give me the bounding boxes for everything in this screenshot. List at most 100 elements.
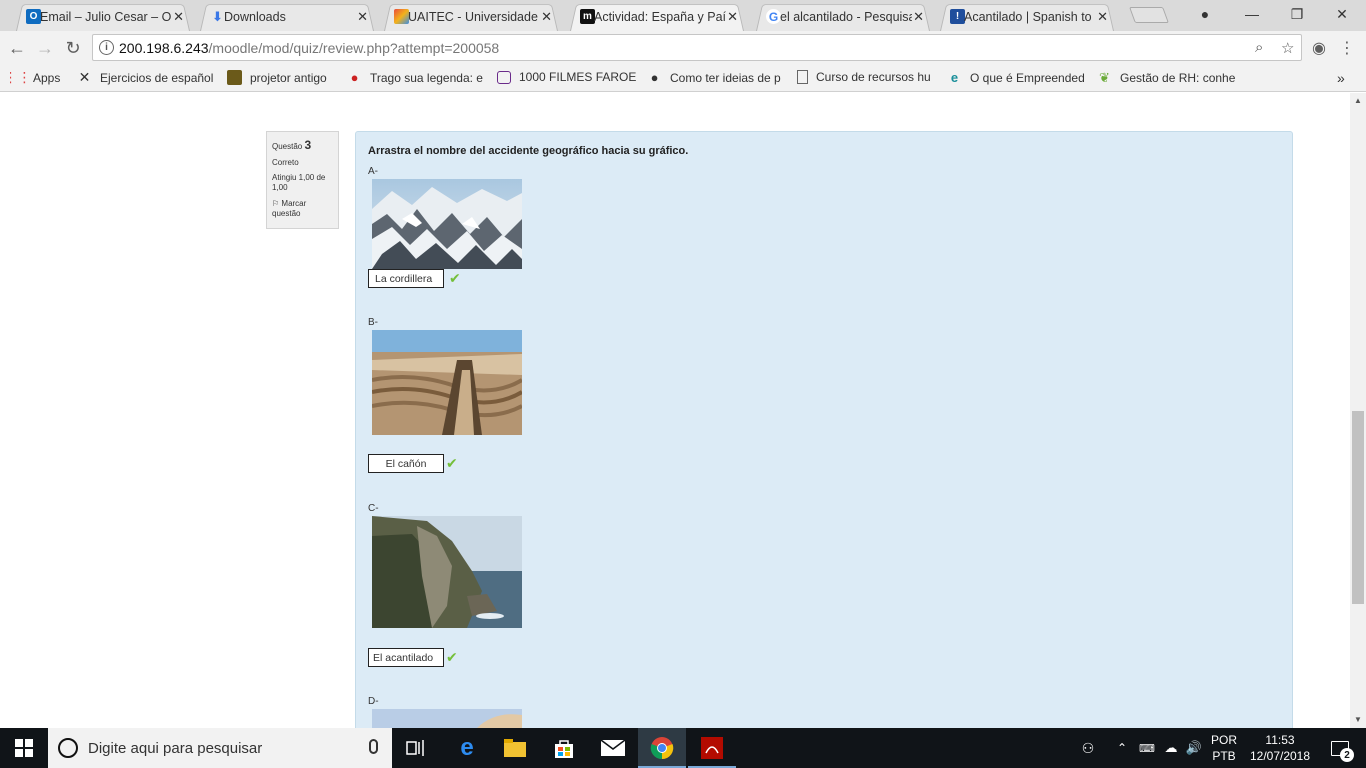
language-code: POR — [1210, 732, 1237, 747]
info-icon[interactable]: i — [99, 40, 114, 55]
bookmark-curso[interactable]: Curso de recursos hu — [797, 70, 937, 84]
bookmark-label: 1000 FILMES FAROES — [519, 70, 637, 84]
answer-drop-box[interactable]: El acantilado — [368, 648, 444, 667]
bookmark-gestao[interactable]: ❦ Gestão de RH: conhe — [1097, 70, 1237, 85]
store-icon[interactable] — [540, 728, 588, 768]
close-icon[interactable]: ✕ — [1097, 9, 1108, 25]
tab-label: Actividad: España y País — [594, 9, 726, 24]
page-content: Questão 3 Correto Atingiu 1,00 de 1,00 ⚐… — [0, 93, 1350, 728]
answer-drop-box[interactable]: La cordillera — [368, 269, 444, 288]
forward-arrow-icon[interactable]: → — [34, 37, 56, 59]
tab-downloads[interactable]: ⬇ Downloads ✕ — [192, 2, 382, 31]
search-placeholder: Digite aqui para pesquisar — [88, 739, 263, 757]
bookmark-apps[interactable]: ⋮⋮ Apps — [10, 70, 60, 85]
profile-icon[interactable]: ● — [1183, 0, 1227, 28]
bookmark-empreende[interactable]: e O que é Empreended — [947, 70, 1087, 85]
bookmark-label: Como ter ideias de p — [670, 70, 781, 85]
question-prompt: Arrastra el nombre del accidente geográf… — [368, 145, 689, 157]
edge-icon[interactable]: e — [443, 728, 491, 768]
page-icon — [797, 70, 808, 84]
bookmark-ideias[interactable]: ● Como ter ideias de p — [647, 70, 787, 85]
mountain-range-image — [372, 179, 522, 269]
keyboard-icon[interactable]: ⌨ — [1136, 728, 1158, 768]
notification-count: 2 — [1340, 748, 1354, 762]
taskbar-search-input[interactable]: Digite aqui para pesquisar — [48, 728, 392, 768]
tab-label: Email – Julio Cesar – Ou — [40, 9, 172, 24]
outlook-icon: O — [26, 9, 41, 24]
question-score: Atingiu 1,00 de 1,00 — [272, 172, 326, 193]
minimize-icon[interactable]: — — [1230, 0, 1274, 28]
chrome-taskbar-icon[interactable] — [638, 728, 686, 768]
download-icon: ⬇ — [212, 8, 223, 24]
address-bar[interactable]: i 200.198.6.243/moodle/mod/quiz/review.p… — [92, 34, 1302, 61]
bookmark-trago[interactable]: ● Trago sua legenda: e — [347, 70, 487, 85]
tab-spanishdict[interactable]: ! Acantilado | Spanish to ✕ — [932, 2, 1122, 31]
menu-icon[interactable]: ⋮ — [1336, 37, 1358, 59]
bookmark-label: Apps — [33, 70, 61, 85]
tray-chevron-icon[interactable]: ⌃ — [1112, 728, 1132, 768]
vertical-scrollbar[interactable]: ▲ ▼ — [1350, 93, 1366, 728]
url-path: /moodle/mod/quiz/review.php?attempt=2000… — [208, 39, 500, 56]
extension-icon[interactable]: ◉ — [1308, 37, 1330, 59]
bookmark-label: projetor antigo — [250, 70, 327, 85]
bookmark-label: O que é Empreended — [970, 70, 1085, 85]
people-icon[interactable]: ⚇ — [1076, 728, 1100, 768]
windows-start-button[interactable] — [0, 728, 48, 768]
bookmark-label: Ejercicios de español — [100, 70, 214, 85]
onedrive-icon[interactable]: ☁ — [1160, 728, 1182, 768]
bookmark-ejercicios[interactable]: ✕ Ejercicios de español — [77, 70, 214, 85]
tab-email[interactable]: O Email – Julio Cesar – Ou ✕ — [8, 2, 198, 31]
maximize-icon[interactable]: ❐ — [1275, 0, 1319, 28]
url-host: 200.198.6.243 — [119, 39, 209, 56]
keyboard-layout: PTB — [1212, 749, 1236, 763]
mail-icon[interactable] — [589, 728, 637, 768]
item-letter: B- — [368, 317, 378, 328]
check-icon: ✔ — [449, 270, 461, 286]
tab-uaitec[interactable]: UAITEC - Universidade A ✕ — [376, 2, 566, 31]
file-explorer-icon[interactable] — [491, 728, 539, 768]
close-icon[interactable]: ✕ — [727, 9, 738, 25]
browser-toolbar: ← → ↻ i 200.198.6.243/moodle/mod/quiz/re… — [0, 31, 1366, 64]
scroll-up-icon[interactable]: ▲ — [1354, 96, 1362, 105]
clock-date: 12/07/2018 — [1249, 749, 1311, 763]
bookmark-star-icon[interactable]: ☆ — [1281, 39, 1294, 57]
task-view-icon[interactable] — [392, 728, 440, 768]
scroll-down-icon[interactable]: ▼ — [1354, 715, 1362, 724]
flag-question-link[interactable]: ⚐ Marcar questão — [272, 199, 333, 220]
volume-icon[interactable]: 🔊 — [1184, 728, 1204, 768]
ladybug-icon: ● — [350, 70, 359, 85]
apps-grid-icon: ⋮⋮ — [10, 70, 32, 85]
tab-actividad[interactable]: m Actividad: España y País ✕ — [562, 2, 752, 31]
check-icon: ✔ — [446, 649, 458, 665]
spanishdict-icon: ! — [950, 9, 965, 24]
back-arrow-icon[interactable]: ← — [6, 37, 28, 59]
close-icon[interactable]: ✕ — [173, 9, 184, 25]
close-icon[interactable]: ✕ — [913, 9, 924, 25]
bookmark-filmes[interactable]: 1000 FILMES FAROES — [497, 70, 637, 84]
moodle-icon: m — [580, 9, 595, 24]
language-indicator[interactable]: POR PTB — [1206, 728, 1242, 768]
google-icon: G — [766, 9, 781, 24]
bookmark-projetor[interactable]: projetor antigo — [227, 70, 327, 85]
tab-label: el alcantilado - Pesquisa — [780, 9, 912, 24]
e-logo-icon: e — [950, 70, 959, 85]
notification-center-icon[interactable]: 2 — [1320, 728, 1360, 768]
zoom-icon[interactable]: ⌕ — [1255, 39, 1263, 56]
answer-drop-box[interactable]: El cañón — [368, 454, 444, 473]
microphone-icon[interactable] — [369, 739, 378, 754]
reload-icon[interactable]: ↻ — [62, 37, 84, 59]
projector-icon — [227, 70, 242, 85]
window-close-icon[interactable]: ✕ — [1320, 0, 1364, 28]
new-tab-button[interactable] — [1129, 7, 1169, 23]
clock[interactable]: 11:53 12/07/2018 — [1244, 728, 1316, 768]
acrobat-icon[interactable] — [688, 728, 736, 768]
scrollbar-thumb[interactable] — [1352, 411, 1364, 604]
more-bookmarks-icon[interactable]: » — [1337, 70, 1345, 86]
canyon-image — [372, 330, 522, 435]
close-icon[interactable]: ✕ — [357, 9, 368, 25]
question-label: Questão — [272, 142, 303, 151]
tab-google-search[interactable]: G el alcantilado - Pesquisa ✕ — [748, 2, 938, 31]
question-info: Questão 3 Correto Atingiu 1,00 de 1,00 ⚐… — [266, 131, 339, 229]
close-icon[interactable]: ✕ — [541, 9, 552, 25]
tab-label: Downloads — [224, 9, 286, 24]
